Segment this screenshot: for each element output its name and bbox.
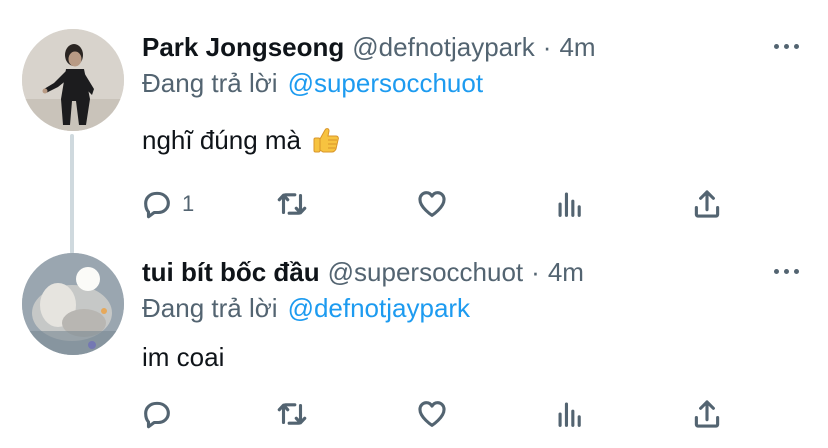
retweet-button[interactable] <box>275 184 309 224</box>
tweet-text: im coai <box>142 337 224 377</box>
like-icon <box>418 401 446 427</box>
display-name[interactable]: tui bít bốc đầu <box>142 257 320 288</box>
thumbs-up-emoji <box>313 128 339 153</box>
view-stats-button[interactable] <box>553 184 587 224</box>
retweet-icon <box>277 403 307 425</box>
thread-line <box>70 134 74 254</box>
like-button[interactable] <box>415 184 449 224</box>
tweet-text: nghĩ đúng mà <box>142 120 341 160</box>
user-handle[interactable]: @supersocchuot <box>328 257 524 288</box>
share-button[interactable] <box>690 394 724 434</box>
replying-to: Đang trả lời @supersocchuot <box>142 63 483 103</box>
avatar-photo <box>22 253 124 355</box>
replying-to: Đang trả lời @defnotjaypark <box>142 288 470 328</box>
separator: · <box>542 31 552 62</box>
replying-to-handle[interactable]: @defnotjaypark <box>288 293 471 324</box>
replying-to-handle[interactable]: @supersocchuot <box>288 68 484 99</box>
separator: · <box>531 256 540 287</box>
more-icon <box>773 43 779 49</box>
view-stats-button[interactable] <box>553 394 587 434</box>
stats-icon <box>558 192 581 217</box>
avatar[interactable] <box>22 29 124 131</box>
retweet-icon <box>277 193 307 215</box>
user-handle[interactable]: @defnotjaypark <box>352 32 535 63</box>
tweet[interactable]: tui bít bốc đầu @supersocchuot · 4m Đang… <box>0 240 828 448</box>
timestamp[interactable]: 4m <box>559 32 595 63</box>
timestamp[interactable]: 4m <box>548 257 584 288</box>
reply-icon <box>144 191 170 219</box>
replying-to-label: Đang trả lời <box>142 292 278 323</box>
reply-button[interactable]: 1 <box>140 184 194 224</box>
avatar[interactable] <box>22 253 124 355</box>
replying-to-label: Đang trả lời <box>142 67 278 98</box>
share-button[interactable] <box>690 184 724 224</box>
tweet[interactable]: Park Jongseong @defnotjaypark · 4m Đang … <box>0 0 828 254</box>
like-button[interactable] <box>415 394 449 434</box>
reply-count: 1 <box>182 191 195 216</box>
display-name[interactable]: Park Jongseong <box>142 32 344 63</box>
more-options-button[interactable] <box>768 253 804 289</box>
tweet-header: tui bít bốc đầu @supersocchuot · 4m <box>142 252 584 292</box>
retweet-button[interactable] <box>275 394 309 434</box>
more-options-button[interactable] <box>768 28 804 64</box>
tweet-text-content: nghĩ đúng mà <box>142 124 302 155</box>
like-icon <box>418 191 446 217</box>
reply-icon <box>144 401 170 429</box>
avatar-photo <box>22 29 124 131</box>
reply-button[interactable] <box>140 394 182 434</box>
stats-icon <box>558 402 581 427</box>
tweet-header: Park Jongseong @defnotjaypark · 4m <box>142 27 596 67</box>
tweet-text-content: im coai <box>142 341 225 372</box>
more-icon <box>773 268 779 274</box>
share-icon <box>694 190 720 218</box>
share-icon <box>694 400 720 428</box>
